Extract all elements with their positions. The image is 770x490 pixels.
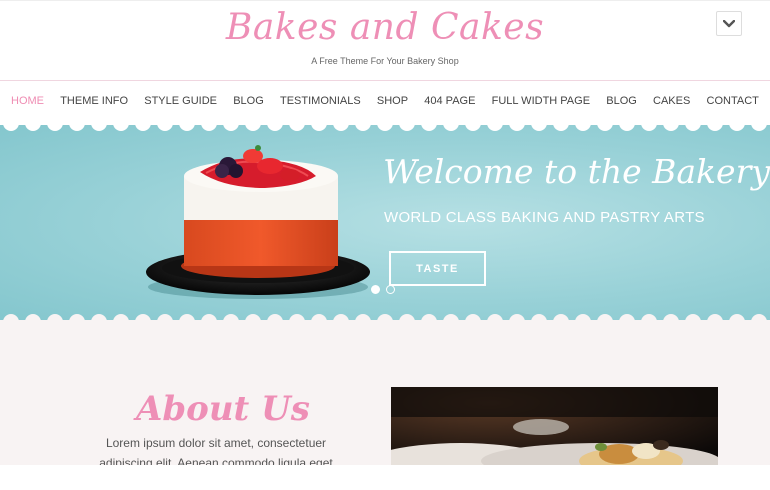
slider-dot-2[interactable] <box>386 285 395 294</box>
chevron-down-icon <box>723 19 735 27</box>
hero-subtitle: WORLD CLASS BAKING AND PASTRY ARTS <box>384 209 705 226</box>
nav-item-shop[interactable]: SHOP <box>377 95 408 107</box>
about-photo <box>391 387 718 467</box>
nav-item-404-page[interactable]: 404 PAGE <box>424 95 475 107</box>
nav-item-full-width-page[interactable]: FULL WIDTH PAGE <box>492 95 590 107</box>
site-header: Bakes and Cakes A Free Theme For Your Ba… <box>0 0 770 80</box>
hero-slider: Welcome to the Bakery WORLD CLASS BAKING… <box>0 120 770 325</box>
about-title: About Us <box>136 389 310 429</box>
nav-item-style-guide[interactable]: STYLE GUIDE <box>144 95 217 107</box>
about-text-line-1: Lorem ipsum dolor sit amet, consectetuer <box>105 436 327 450</box>
slider-dot-1[interactable] <box>371 285 380 294</box>
nav-item-testimonials[interactable]: TESTIMONIALS <box>280 95 361 107</box>
nav-item-cakes[interactable]: CAKES <box>653 95 690 107</box>
slider-pagination <box>371 285 395 294</box>
scallop-border-bottom <box>0 313 770 325</box>
hero-title: Welcome to the Bakery <box>383 152 770 191</box>
site-title[interactable]: Bakes and Cakes <box>0 7 770 48</box>
nav-item-contact[interactable]: CONTACT <box>707 95 759 107</box>
scallop-border-top <box>0 120 770 132</box>
bottom-strip <box>0 465 770 490</box>
taste-button[interactable]: TASTE <box>389 251 486 286</box>
cake-image <box>146 145 370 299</box>
nav-item-blog[interactable]: BLOG <box>233 95 264 107</box>
site-tagline: A Free Theme For Your Bakery Shop <box>311 56 459 66</box>
nav-item-theme-info[interactable]: THEME INFO <box>60 95 128 107</box>
nav-item-blog-2[interactable]: BLOG <box>606 95 637 107</box>
about-section: About Us Lorem ipsum dolor sit amet, con… <box>0 325 770 470</box>
menu-toggle-button[interactable] <box>716 11 742 36</box>
nav-item-home[interactable]: HOME <box>11 95 44 107</box>
main-navigation: HOME THEME INFO STYLE GUIDE BLOG TESTIMO… <box>0 80 770 120</box>
dessert-plates-image <box>391 387 718 467</box>
